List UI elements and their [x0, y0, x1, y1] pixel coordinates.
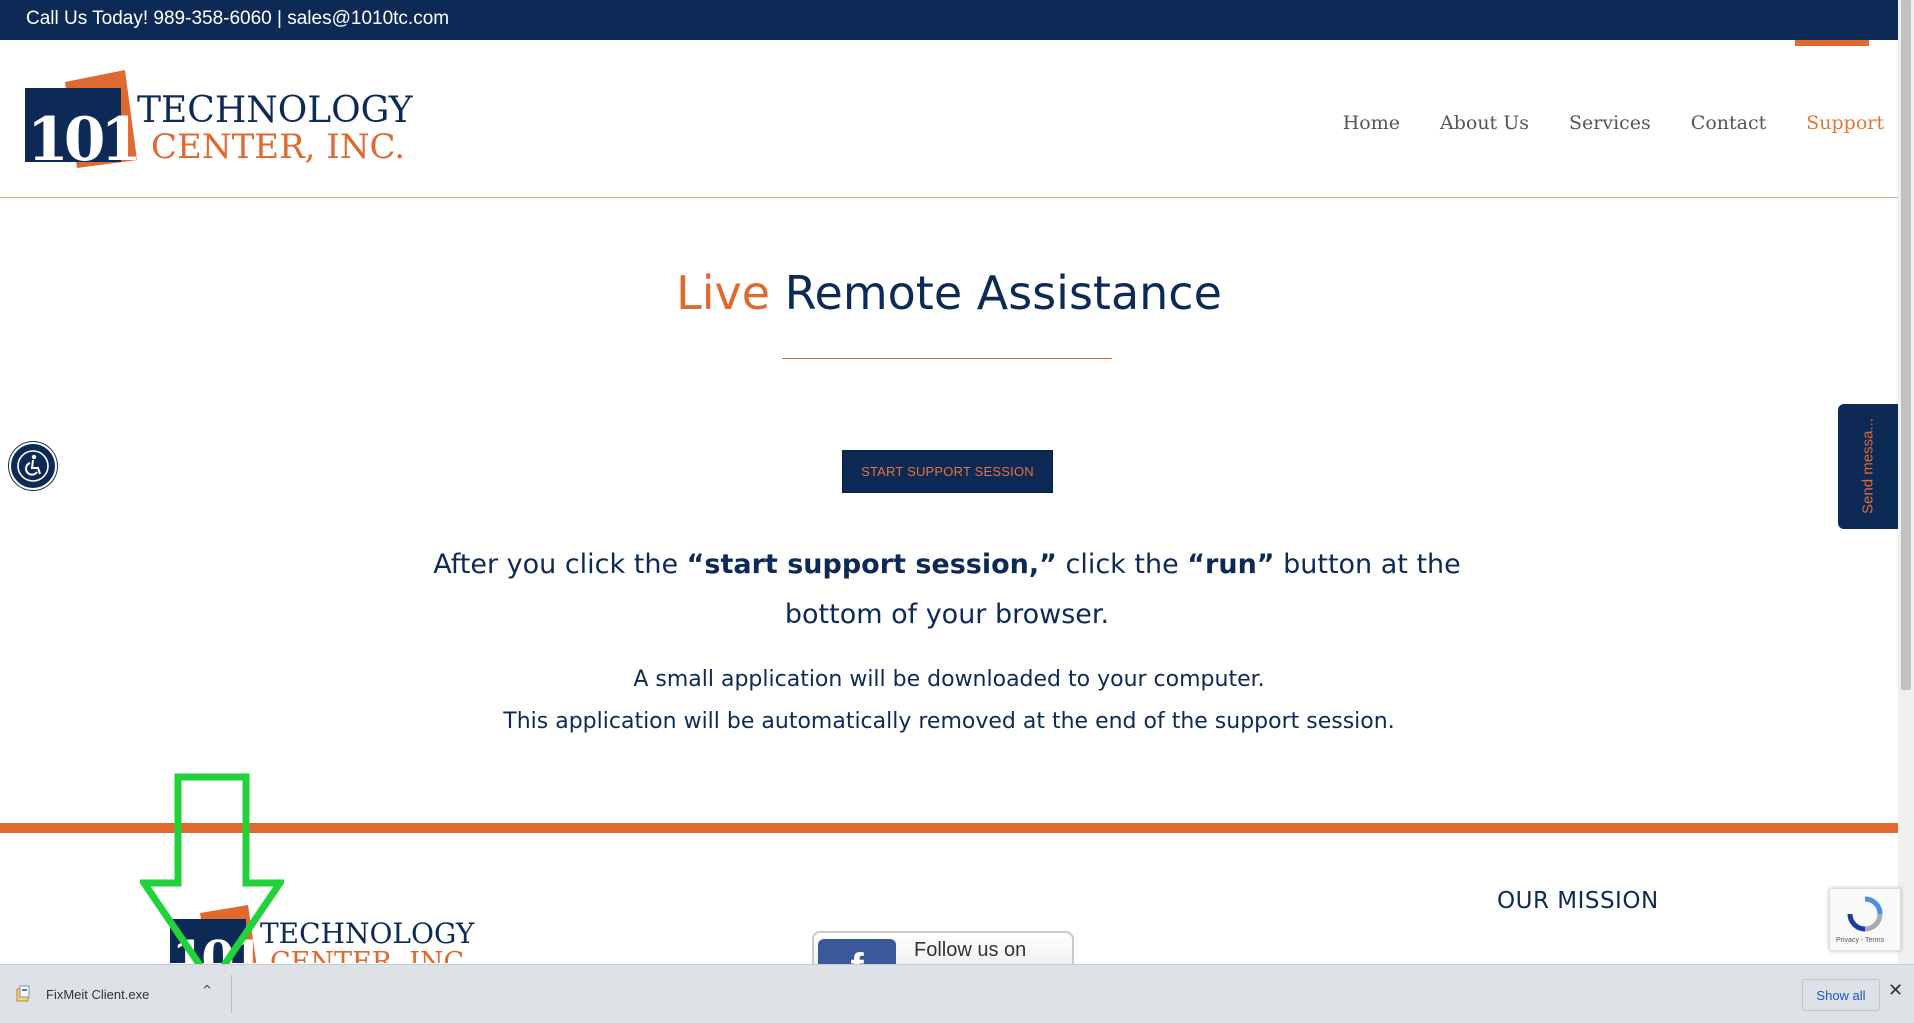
- download-note: A small application will be downloaded t…: [633, 667, 1265, 692]
- accessibility-button[interactable]: [9, 442, 57, 490]
- file-icon: [16, 985, 30, 1002]
- scrollbar-thumb[interactable]: [1901, 0, 1911, 690]
- chevron-up-icon[interactable]: ^: [202, 983, 212, 997]
- instructions-bold-2: “run”: [1187, 549, 1275, 580]
- show-all-button[interactable]: Show all: [1802, 979, 1880, 1011]
- instructions-text-2: click the: [1056, 549, 1188, 580]
- nav-about-us[interactable]: About Us: [1440, 112, 1529, 134]
- contact-text: Call Us Today! 989-358-6060 | sales@1010…: [26, 8, 450, 29]
- top-contact-bar: Call Us Today! 989-358-6060 | sales@1010…: [0, 0, 1898, 40]
- svg-text:CENTER, INC.: CENTER, INC.: [270, 947, 472, 963]
- page-title-accent: Live: [676, 266, 771, 320]
- nav-contact[interactable]: Contact: [1691, 112, 1766, 134]
- svg-text:TECHNOLOGY: TECHNOLOGY: [260, 917, 475, 950]
- download-shelf: FixMeit Client.exe ^ Show all ✕: [0, 964, 1914, 1023]
- recaptcha-badge[interactable]: Privacy - Terms: [1829, 888, 1901, 951]
- nav-home[interactable]: Home: [1343, 112, 1400, 134]
- svg-text:TECHNOLOGY: TECHNOLOGY: [137, 90, 414, 131]
- facebook-follow-label: Follow us on: [914, 939, 1027, 961]
- nav-active-indicator: [1795, 40, 1869, 46]
- instructions-bold-1: “start support session,”: [686, 549, 1057, 580]
- nav-support[interactable]: Support: [1806, 112, 1884, 134]
- nav-services[interactable]: Services: [1569, 112, 1651, 134]
- send-message-tab[interactable]: Send messa...: [1838, 404, 1898, 529]
- page-title: Live Remote Assistance: [0, 266, 1898, 320]
- page-title-rest: Remote Assistance: [770, 266, 1222, 320]
- title-divider: [782, 358, 1112, 359]
- main-navigation: Home About Us Services Contact Support: [1343, 112, 1884, 134]
- arrow-down-annotation: [140, 773, 284, 987]
- footer-divider: [0, 823, 1898, 833]
- removal-note: This application will be automatically r…: [503, 709, 1395, 734]
- close-icon[interactable]: ✕: [1888, 980, 1903, 1001]
- send-message-label: Send messa...: [1859, 418, 1877, 514]
- instructions-paragraph: After you click the “start support sessi…: [390, 540, 1504, 640]
- start-support-session-button[interactable]: START SUPPORT SESSION: [842, 450, 1053, 493]
- download-file-name: FixMeit Client.exe: [46, 986, 150, 1002]
- page-scrollbar[interactable]: [1898, 0, 1914, 964]
- our-mission-heading: OUR MISSION: [1497, 888, 1659, 914]
- recaptcha-terms[interactable]: Privacy - Terms: [1836, 937, 1884, 944]
- download-separator: [231, 975, 232, 1013]
- instructions-text-1: After you click the: [433, 549, 687, 580]
- download-item[interactable]: FixMeit Client.exe ^: [10, 977, 230, 1011]
- site-logo[interactable]: 1010 TECHNOLOGY CENTER, INC.: [25, 70, 425, 175]
- recaptcha-icon: [1847, 896, 1883, 932]
- wheelchair-icon: [17, 450, 49, 482]
- svg-text:CENTER, INC.: CENTER, INC.: [151, 127, 405, 167]
